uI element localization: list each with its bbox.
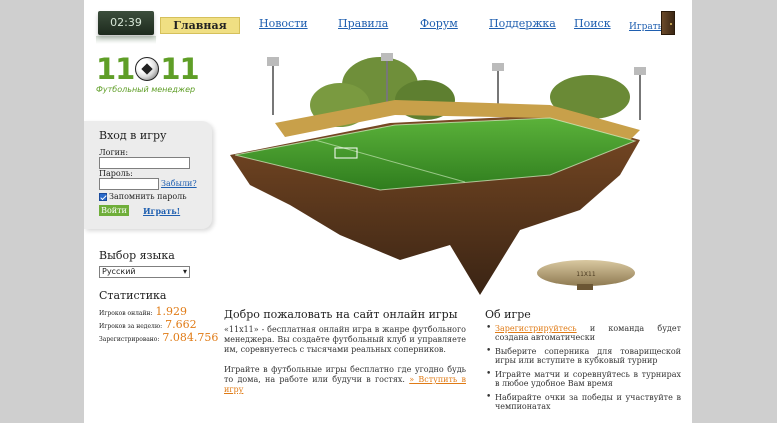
stat-week-label: Игроков за неделю: [99, 323, 163, 330]
airship-label: 11X11 [576, 271, 596, 278]
login-label: Логин: [99, 148, 129, 157]
about-title: Об игре [485, 308, 531, 321]
stat-online-label: Игроков онлайн: [99, 310, 153, 317]
nav-forum[interactable]: Форум [420, 17, 458, 30]
stat-week: Игроков за неделю: 7.662 [99, 318, 197, 331]
soccer-ball-icon [135, 57, 160, 81]
login-input[interactable] [99, 157, 190, 169]
page: 02:39 Главная Новости Правила Форум Подд… [84, 0, 692, 423]
logo-num-left: 11 [96, 52, 135, 86]
stat-week-value: 7.662 [165, 318, 197, 331]
nav-search[interactable]: Поиск [574, 17, 611, 30]
stat-online: Игроков онлайн: 1.929 [99, 305, 187, 318]
logo-num-right: 11 [160, 52, 199, 86]
floating-stadium-illustration: 11X11 [230, 53, 646, 295]
stats-title: Статистика [99, 289, 167, 302]
remember-row[interactable]: Запомнить пароль [99, 192, 187, 201]
logo-subtitle: Футбольный менеджер [96, 85, 196, 94]
airship: 11X11 [537, 260, 635, 290]
about-item-register: Зарегистрируйтесь и команда будет создан… [485, 324, 681, 342]
forgot-password-link[interactable]: Забыли? [161, 179, 197, 188]
login-title: Вход в игру [99, 129, 167, 142]
about-item-matches: Играйте матчи и соревнуйтесь в турнирах … [485, 370, 681, 388]
language-select[interactable]: Русский [99, 266, 190, 278]
welcome-paragraph-1: «11x11» - бесплатная онлайн игра в жанре… [224, 325, 466, 354]
main-nav: Главная Новости Правила Форум Поддержка … [84, 17, 692, 35]
login-button[interactable]: Войти [99, 205, 129, 216]
nav-home[interactable]: Главная [160, 17, 240, 34]
stat-registered-label: Зарегистрировано: [99, 336, 160, 343]
welcome-paragraph-2: Играйте в футбольные игры бесплатно где … [224, 365, 466, 395]
welcome-title: Добро пожаловать на сайт онлайн игры [224, 308, 458, 321]
password-label: Пароль: [99, 169, 133, 178]
clock-reflection [96, 36, 156, 44]
stat-registered-value: 7.084.756 [162, 331, 219, 344]
remember-label: Запомнить пароль [109, 192, 187, 201]
play-link[interactable]: Играть! [143, 206, 180, 216]
door-icon[interactable] [661, 11, 675, 35]
stat-registered: Зарегистрировано: 7.084.756 [99, 331, 218, 344]
nav-support[interactable]: Поддержка [489, 17, 556, 30]
about-item-opponent: Выберите соперника для товарищеской игры… [485, 347, 681, 365]
language-title: Выбор языка [99, 249, 175, 262]
login-box: Вход в игру Логин: Пароль: Забыли? Запом… [84, 121, 212, 229]
about-list: Зарегистрируйтесь и команда будет создан… [485, 324, 681, 416]
logo-number: 11 11 [96, 52, 200, 86]
password-input[interactable] [99, 178, 159, 190]
nav-rules[interactable]: Правила [338, 17, 388, 30]
stat-online-value: 1.929 [155, 305, 188, 318]
about-item-points: Набирайте очки за победы и участвуйте в … [485, 393, 681, 411]
register-link[interactable]: Зарегистрируйтесь [495, 324, 577, 333]
logo[interactable]: 11 11 Футбольный менеджер [96, 52, 200, 94]
remember-checkbox[interactable] [99, 192, 107, 201]
nav-news[interactable]: Новости [259, 17, 308, 30]
